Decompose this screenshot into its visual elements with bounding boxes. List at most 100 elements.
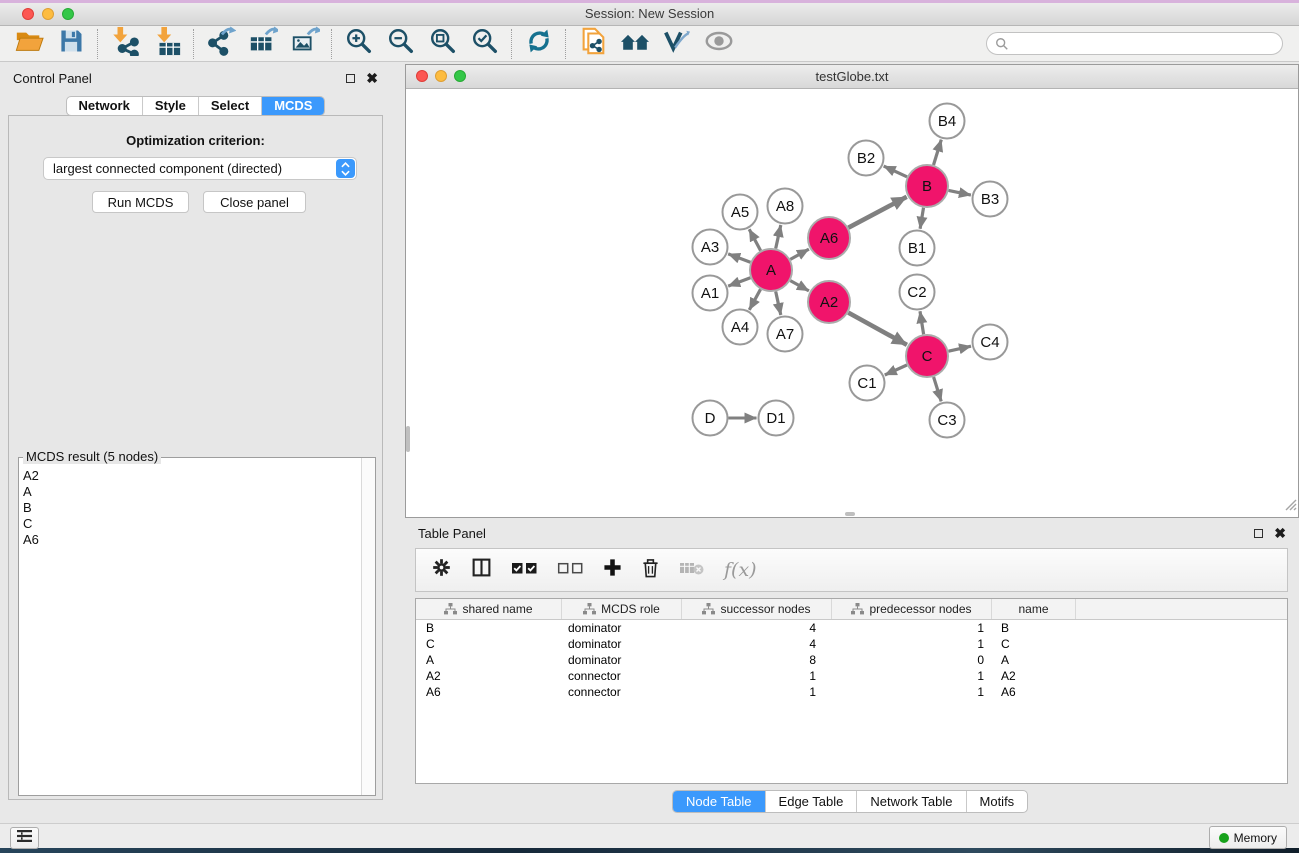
hide-graphics-details-button[interactable] — [656, 28, 698, 60]
float-panel-icon[interactable] — [346, 74, 355, 83]
graph-node-A1[interactable]: A1 — [693, 276, 728, 311]
run-mcds-button[interactable]: Run MCDS — [92, 191, 189, 213]
table-row[interactable]: Adominator80A — [416, 652, 1287, 668]
table-cell[interactable]: C — [992, 636, 1076, 652]
graph-node-A[interactable]: A — [750, 249, 792, 291]
zoom-window-button[interactable] — [62, 8, 74, 20]
graph-node-D1[interactable]: D1 — [759, 401, 794, 436]
graph-node-C4[interactable]: C4 — [973, 325, 1008, 360]
resize-grip-icon[interactable] — [1283, 497, 1297, 516]
graph-edge-C-C2[interactable] — [920, 311, 924, 334]
delete-table-button[interactable] — [679, 560, 705, 581]
column-header-predecessor-nodes[interactable]: predecessor nodes — [832, 599, 992, 619]
graph-node-A7[interactable]: A7 — [768, 317, 803, 352]
mcds-result-list[interactable]: A2ABCA6 — [23, 468, 360, 792]
table-cell[interactable]: 1 — [832, 668, 992, 684]
graph-node-A3[interactable]: A3 — [693, 230, 728, 265]
close-panel-button[interactable]: Close panel — [203, 191, 306, 213]
table-cell[interactable]: 0 — [832, 652, 992, 668]
graph-node-C[interactable]: C — [906, 335, 948, 377]
graph-edge-B-B3[interactable] — [949, 190, 971, 195]
table-cell[interactable]: dominator — [562, 636, 682, 652]
graph-node-D[interactable]: D — [693, 401, 728, 436]
duplicate-network-button[interactable] — [572, 28, 614, 60]
search-field[interactable] — [986, 32, 1283, 55]
export-table-button[interactable] — [242, 28, 284, 60]
import-table-button[interactable] — [146, 28, 188, 60]
graph-edge-A-A8[interactable] — [776, 225, 781, 249]
table-cell[interactable]: 1 — [832, 684, 992, 700]
table-cell[interactable]: A6 — [992, 684, 1076, 700]
graph-edge-C-C4[interactable] — [949, 346, 972, 351]
graph-node-C1[interactable]: C1 — [850, 366, 885, 401]
graph-edge-B-B1[interactable] — [920, 208, 923, 229]
table-row[interactable]: Cdominator41C — [416, 636, 1287, 652]
close-window-button[interactable] — [22, 8, 34, 20]
table-cell[interactable]: A6 — [416, 684, 562, 700]
table-settings-button[interactable] — [431, 557, 452, 583]
import-network-button[interactable] — [104, 28, 146, 60]
column-header-shared-name[interactable]: shared name — [416, 599, 562, 619]
graph-edge-A-A4[interactable] — [749, 289, 760, 310]
search-input[interactable] — [1014, 36, 1274, 52]
control-tab-style[interactable]: Style — [143, 97, 199, 115]
graph-edge-B-B2[interactable] — [884, 166, 907, 177]
table-cell[interactable]: dominator — [562, 652, 682, 668]
zoom-fit-button[interactable] — [422, 28, 464, 60]
column-header-MCDS-role[interactable]: MCDS role — [562, 599, 682, 619]
graph-node-A2[interactable]: A2 — [808, 281, 850, 323]
control-tab-select[interactable]: Select — [199, 97, 262, 115]
table-cell[interactable]: 1 — [682, 684, 832, 700]
memory-button[interactable]: Memory — [1209, 826, 1287, 849]
graph-node-A8[interactable]: A8 — [768, 189, 803, 224]
table-row[interactable]: Bdominator41B — [416, 620, 1287, 636]
add-column-button[interactable] — [603, 558, 622, 582]
graph-edge-A-A5[interactable] — [749, 229, 760, 250]
table-cell[interactable]: connector — [562, 668, 682, 684]
graph-node-B1[interactable]: B1 — [900, 231, 935, 266]
graph-node-C3[interactable]: C3 — [930, 403, 965, 438]
graph-node-A5[interactable]: A5 — [723, 195, 758, 230]
zoom-out-button[interactable] — [380, 28, 422, 60]
table-tab-edge-table[interactable]: Edge Table — [766, 791, 858, 812]
minimize-window-button[interactable] — [42, 8, 54, 20]
graph-edge-A-A6[interactable] — [790, 249, 809, 259]
graph-node-B3[interactable]: B3 — [973, 182, 1008, 217]
graph-edge-A2-C[interactable] — [848, 313, 907, 345]
control-tab-network[interactable]: Network — [67, 97, 143, 115]
table-cell[interactable]: A — [416, 652, 562, 668]
graph-node-B[interactable]: B — [906, 165, 948, 207]
graph-edge-C-C1[interactable] — [885, 365, 907, 375]
table-row[interactable]: A6connector11A6 — [416, 684, 1287, 700]
apply-function-button[interactable]: f(x) — [724, 559, 757, 581]
network-canvas[interactable]: B4B2BB3A8A5A6A3B1AC2A1A2A4A7C4CC1DD1C3 — [406, 89, 1298, 517]
select-all-rows-button[interactable] — [511, 560, 538, 581]
deselect-all-rows-button[interactable] — [557, 560, 584, 581]
table-cell[interactable]: A2 — [992, 668, 1076, 684]
table-cell[interactable]: A — [992, 652, 1076, 668]
open-session-button[interactable] — [8, 28, 50, 60]
graph-node-A4[interactable]: A4 — [723, 310, 758, 345]
table-cell[interactable]: 4 — [682, 620, 832, 636]
table-cell[interactable]: C — [416, 636, 562, 652]
float-table-panel-icon[interactable] — [1254, 529, 1263, 538]
control-tab-mcds[interactable]: MCDS — [262, 97, 324, 115]
table-tab-motifs[interactable]: Motifs — [967, 791, 1028, 812]
graph-node-C2[interactable]: C2 — [900, 275, 935, 310]
table-cell[interactable]: dominator — [562, 620, 682, 636]
table-row[interactable]: A2connector11A2 — [416, 668, 1287, 684]
graph-edge-A-A3[interactable] — [728, 254, 750, 262]
zoom-selected-button[interactable] — [464, 28, 506, 60]
column-visibility-button[interactable] — [471, 557, 492, 583]
table-cell[interactable]: 1 — [832, 636, 992, 652]
graph-edge-A-A2[interactable] — [790, 281, 809, 291]
save-session-button[interactable] — [50, 28, 92, 60]
close-panel-icon[interactable]: ✖ — [366, 73, 378, 83]
table-cell[interactable]: 1 — [682, 668, 832, 684]
network-graph[interactable]: B4B2BB3A8A5A6A3B1AC2A1A2A4A7C4CC1DD1C3 — [406, 89, 1298, 518]
task-history-button[interactable] — [10, 827, 39, 849]
show-graphics-details-button[interactable] — [698, 28, 740, 60]
graph-edge-A6-B[interactable] — [848, 197, 906, 228]
optimization-criterion-select[interactable]: largest connected component (directed) — [43, 157, 357, 180]
column-header-successor-nodes[interactable]: successor nodes — [682, 599, 832, 619]
